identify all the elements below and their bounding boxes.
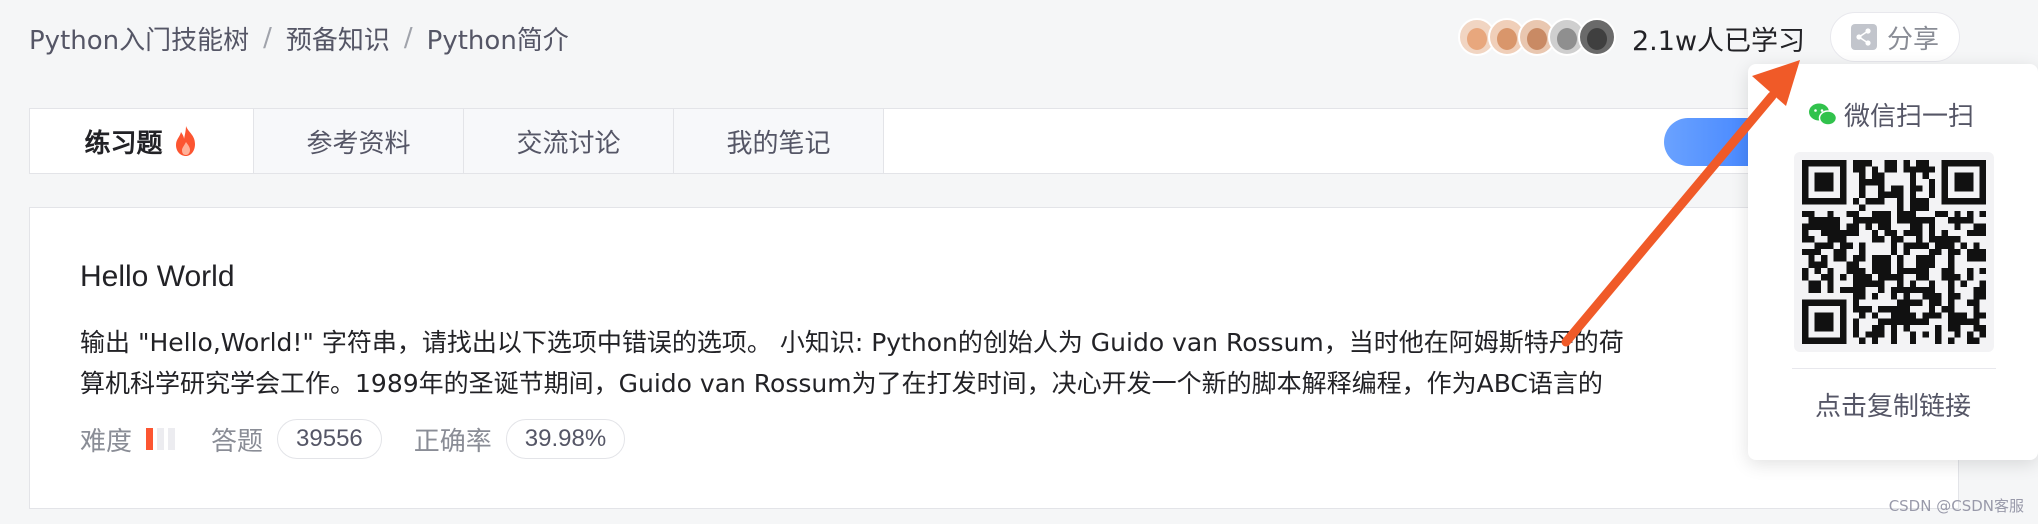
learner-count: 2.1w人已学习 (1632, 25, 1806, 57)
breadcrumb-separator: / (403, 23, 413, 53)
accuracy-badge: 39.98% (505, 419, 626, 459)
difficulty-label: 难度 (80, 426, 133, 457)
breadcrumb-item-prerequisites[interactable]: 预备知识 (286, 20, 390, 57)
share-button[interactable]: 分享 (1830, 12, 1960, 62)
watermark: CSDN @CSDN客服 (1888, 497, 2024, 515)
answers-label: 答题 (211, 426, 264, 457)
share-label: 分享 (1886, 24, 1939, 55)
learner-avatars (1458, 18, 1616, 58)
question-description-line: 算机科学研究学会工作。1989年的圣诞节期间，Guido van Rossum为… (80, 369, 1603, 398)
top-bar: Python入门技能树 / 预备知识 / Python简介 2.1w人已学习 分… (0, 0, 2038, 76)
question-description-line: 输出 "Hello,World!" 字符串，请找出以下选项中错误的选项。 小知识… (80, 328, 1624, 357)
question-card[interactable]: Hello World 输出 "Hello,World!" 字符串，请找出以下选… (29, 207, 1959, 509)
tab-exercises[interactable]: 练习题 (30, 109, 254, 173)
tab-references[interactable]: 参考资料 (254, 109, 464, 173)
tab-label: 参考资料 (306, 128, 411, 159)
avatar (1578, 18, 1616, 56)
share-icon (1850, 24, 1877, 50)
breadcrumb-item-skill-tree[interactable]: Python入门技能树 (29, 20, 249, 57)
tab-my-notes[interactable]: 我的笔记 (674, 109, 884, 173)
wechat-scan-label: 微信扫一扫 (1844, 102, 1975, 132)
copy-link-button[interactable]: 点击复制链接 (1748, 386, 2038, 423)
breadcrumb-item-python-intro[interactable]: Python简介 (427, 20, 569, 57)
question-description: 输出 "Hello,World!" 字符串，请找出以下选项中错误的选项。 小知识… (80, 322, 1780, 404)
difficulty-indicator (146, 428, 176, 450)
answers-count-badge: 39556 (277, 419, 382, 459)
qr-code (1794, 152, 1994, 352)
popover-divider (1792, 368, 1996, 369)
fire-icon (173, 125, 199, 157)
difficulty-bar (146, 428, 154, 450)
difficulty-bar (157, 428, 165, 450)
question-title[interactable]: Hello World (80, 260, 235, 294)
tab-label: 我的笔记 (726, 128, 831, 159)
question-meta: 难度 答题 39556 正确率 39.98% (80, 418, 657, 460)
wechat-scan-heading: 微信扫一扫 (1808, 96, 1974, 133)
difficulty-bar (168, 428, 176, 450)
wechat-icon (1808, 102, 1838, 128)
tab-discussion[interactable]: 交流讨论 (464, 109, 674, 173)
breadcrumb: Python入门技能树 / 预备知识 / Python简介 (29, 18, 569, 58)
accuracy-label: 正确率 (413, 426, 492, 457)
breadcrumb-separator: / (263, 23, 272, 53)
tab-label: 交流讨论 (516, 128, 621, 159)
tab-label: 练习题 (84, 128, 163, 159)
share-popover: 微信扫一扫 点击复制链接 (1748, 64, 2038, 460)
learners-summary: 2.1w人已学习 (1458, 16, 1805, 60)
